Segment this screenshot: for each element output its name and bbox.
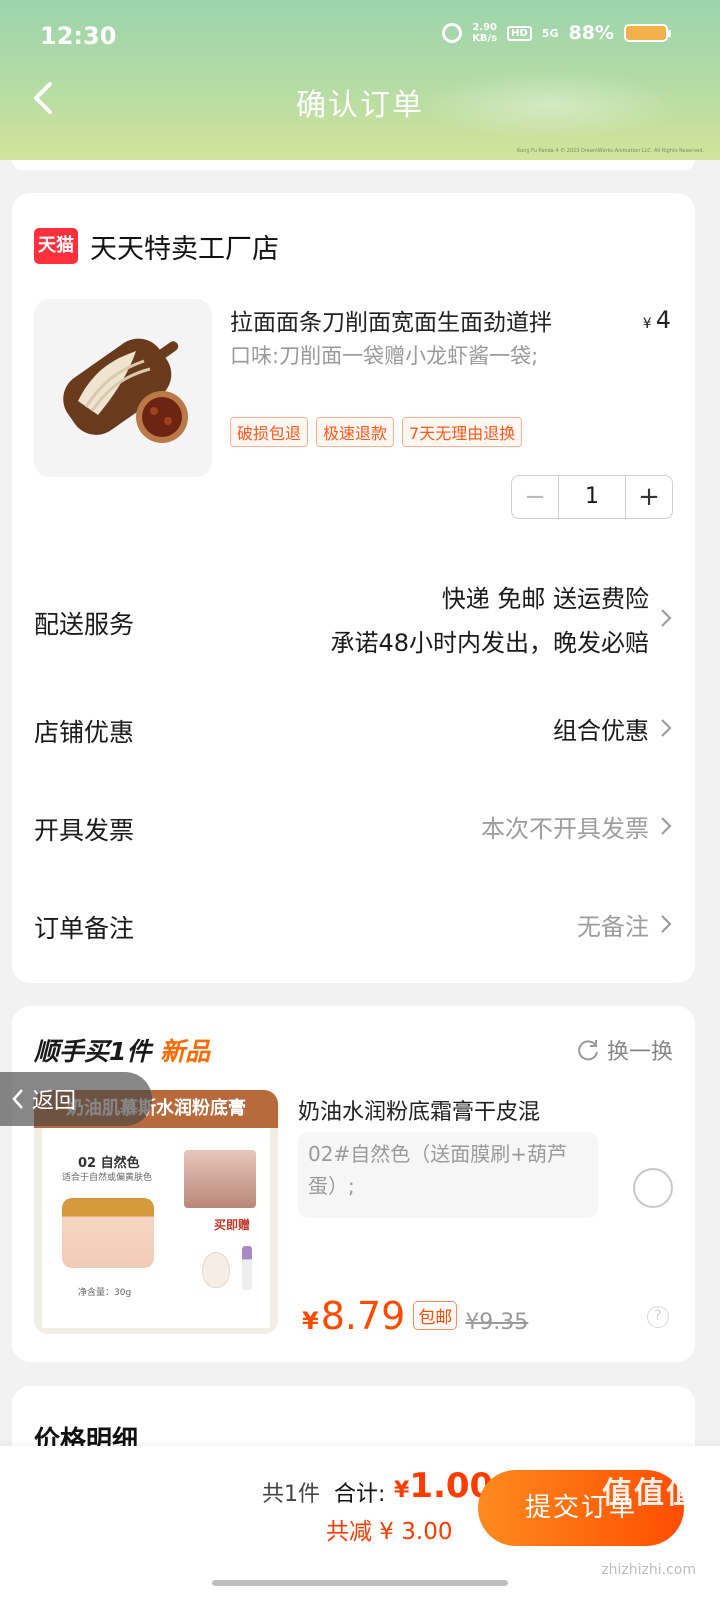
recommend-new-label: 新品	[160, 1037, 211, 1066]
add-on-recommend-card: 顺手买1件 新品 换一换 奶油肌慕斯水润粉底膏 02 自然色 适合于自然或偏黄肤…	[12, 1006, 695, 1362]
status-bar-right: 2.90 KB/s HD 5G 88%	[442, 22, 671, 44]
product-spec[interactable]: 口味:刀削面一袋赠小龙虾酱一袋;	[230, 341, 610, 371]
delivery-value-line1: 快递 免邮 送运费险	[441, 585, 649, 613]
order-note-label: 订单备注	[34, 914, 135, 943]
battery-percent: 88%	[568, 22, 614, 44]
delivery-service-row[interactable]: 配送服务 快递 免邮 送运费险 承诺48小时内发出，晚发必赔	[34, 571, 673, 661]
tag-damage-return: 破损包退	[230, 417, 309, 447]
recommend-product-name[interactable]: 奶油水润粉底霜膏干皮混	[298, 1094, 540, 1126]
cream-jar	[62, 1198, 154, 1268]
image-shade-note: 适合于自然或偏黄肤色	[62, 1173, 153, 1183]
shop-order-card: 天猫 天天特卖工厂店 拉面面条刀削面宽面生面劲道拌 ¥4 口味:刀削面一袋赠小龙…	[12, 193, 695, 983]
recommend-price-currency: ¥	[302, 1307, 319, 1335]
watermark-logo: 值值值	[602, 1476, 698, 1511]
copyright-notice: Kung Fu Panda 4 © 2023 DreamWorks Animat…	[516, 148, 704, 154]
invoice-value: 本次不开具发票	[481, 815, 649, 843]
status-time: 12:30	[40, 22, 117, 50]
header: 12:30 2.90 KB/s HD 5G 88% 确认订单 Kung Fu P…	[0, 0, 720, 160]
original-price: ¥9.35	[465, 1310, 529, 1335]
home-indicator[interactable]	[212, 1580, 508, 1586]
speed-unit: KB/s	[472, 33, 498, 44]
page-title: 确认订单	[296, 88, 424, 123]
quantity-value[interactable]: 1	[558, 476, 626, 518]
service-tags: 破损包退 极速退款 7天无理由退换	[230, 417, 523, 447]
chevron-right-icon	[661, 719, 672, 737]
price-currency: ¥	[642, 316, 652, 332]
recommend-title: 顺手买1件 新品	[34, 1032, 210, 1068]
increase-button[interactable]: +	[626, 476, 672, 518]
price-value: 4	[655, 306, 671, 334]
shop-name[interactable]: 天天特卖工厂店	[90, 227, 279, 266]
watermark-url: zhizhizhi.com	[601, 1562, 696, 1578]
product-price: ¥4	[643, 306, 671, 334]
select-radio[interactable]	[633, 1168, 673, 1208]
invoice-label: 开具发票	[34, 816, 135, 845]
bottom-checkout-bar: 共1件 合计: ¥1.00 共减 ¥ 3.00 提交订单 值值值 zhizhiz…	[0, 1446, 720, 1600]
network-speed: 2.90 KB/s	[472, 22, 497, 44]
chevron-left-icon	[12, 1089, 23, 1109]
order-note-row[interactable]: 订单备注 无备注	[34, 901, 673, 951]
model-photo	[184, 1150, 256, 1208]
recommend-price-value: 8.79	[320, 1294, 406, 1338]
refresh-icon	[578, 1040, 598, 1061]
product-title[interactable]: 拉面面条刀削面宽面生面劲道拌	[230, 303, 610, 337]
image-net-content: 净含量：30g	[78, 1288, 132, 1298]
order-note-value: 无备注	[577, 913, 649, 941]
shop-discount-label: 店铺优惠	[34, 718, 135, 747]
help-icon[interactable]: ?	[647, 1306, 669, 1328]
recommend-product-spec[interactable]: 02#自然色（送面膜刷+葫芦蛋）;	[298, 1132, 598, 1218]
recommend-product-image[interactable]: 奶油肌慕斯水润粉底膏 02 自然色 适合于自然或偏黄肤色 净含量：30g 买即赠	[34, 1090, 278, 1334]
delivery-value-line2: 承诺48小时内发出，晚发必赔	[330, 629, 649, 657]
back-float-label: 返回	[32, 1089, 77, 1114]
hd-badge: HD	[507, 25, 532, 41]
tmall-logo: 天猫	[34, 228, 78, 264]
battery-icon	[624, 24, 671, 42]
tag-fast-refund: 极速退款	[316, 417, 395, 447]
shop-discount-value: 组合优惠	[553, 717, 649, 745]
recommend-title-text: 顺手买1件	[34, 1037, 152, 1066]
swap-label: 换一换	[606, 1040, 673, 1065]
item-count: 共1件	[262, 1482, 320, 1507]
shop-discount-row[interactable]: 店铺优惠 组合优惠	[34, 705, 673, 755]
image-shade: 02 自然色	[78, 1156, 140, 1171]
recommend-price: ¥ 8.79 包邮 ¥9.35	[302, 1294, 528, 1338]
decrease-button[interactable]: −	[512, 476, 558, 518]
total-currency: ¥	[394, 1478, 410, 1503]
free-shipping-badge: 包邮	[413, 1301, 458, 1330]
delivery-label: 配送服务	[34, 610, 135, 639]
speed-value: 2.90	[472, 22, 497, 33]
tag-7day-return: 7天无理由退换	[402, 417, 523, 447]
product-image[interactable]	[34, 299, 212, 477]
back-float-button[interactable]: 返回	[0, 1072, 152, 1126]
quantity-stepper: − 1 +	[511, 475, 673, 519]
chevron-right-icon	[661, 609, 672, 627]
invoice-row[interactable]: 开具发票 本次不开具发票	[34, 803, 673, 853]
sponge-egg	[202, 1252, 230, 1288]
swap-button[interactable]: 换一换	[575, 1034, 673, 1066]
signal-indicator: 5G	[541, 26, 559, 40]
total-label: 合计:	[334, 1482, 386, 1507]
alarm-icon	[442, 23, 463, 43]
previous-card-edge	[12, 160, 695, 170]
chevron-right-icon	[661, 817, 672, 835]
mask-brush	[242, 1246, 252, 1290]
chevron-right-icon	[661, 915, 672, 933]
total-discount: 共减 ¥ 3.00	[326, 1519, 453, 1545]
gift-label: 买即赠	[214, 1218, 251, 1232]
